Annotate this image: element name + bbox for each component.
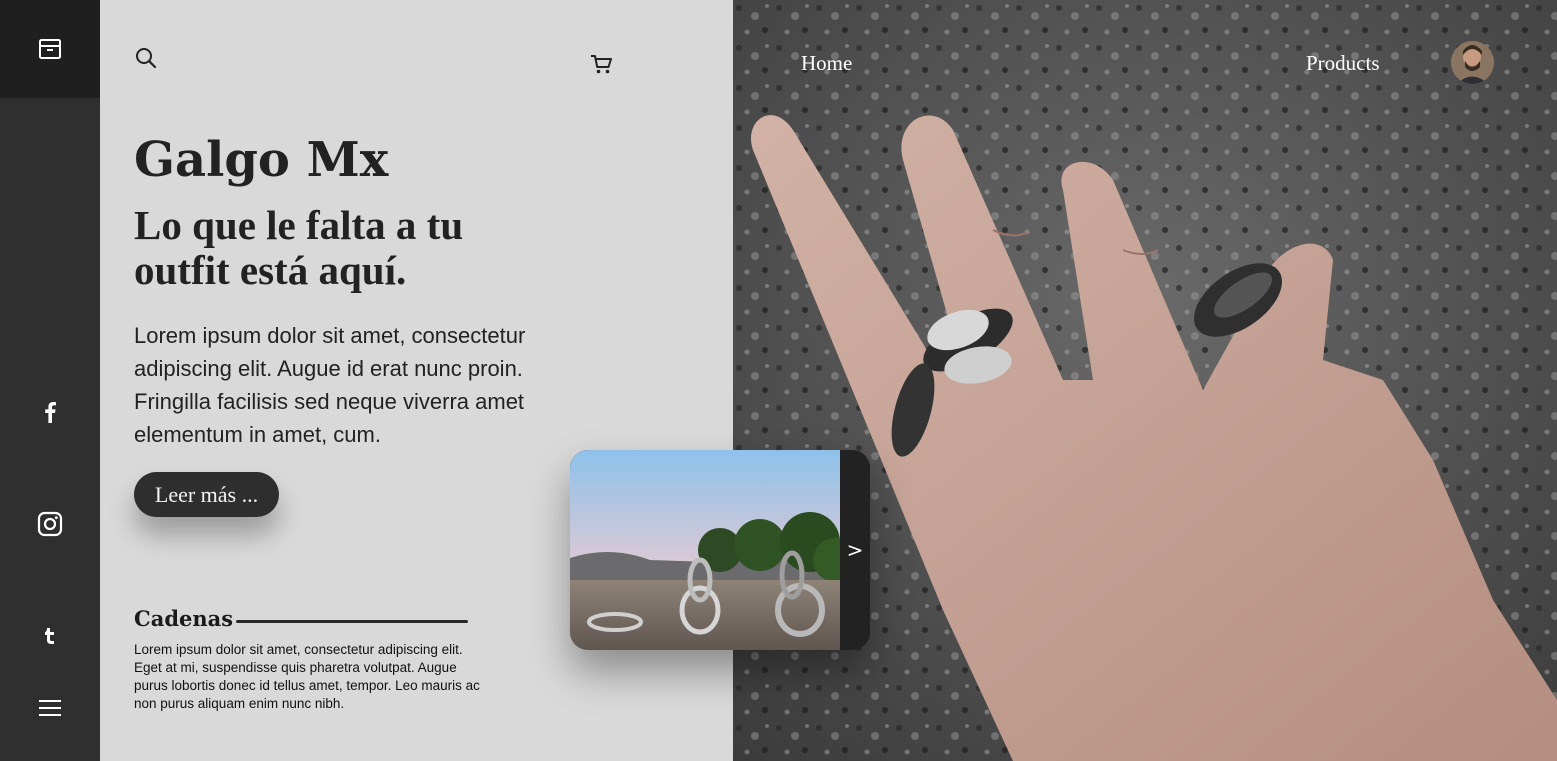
search-button[interactable]	[134, 46, 158, 70]
card-next-button[interactable]: >	[840, 450, 870, 650]
product-card[interactable]	[570, 450, 870, 650]
snake-rings-photo	[570, 450, 840, 650]
nav-home-link[interactable]: Home	[801, 48, 852, 78]
tumblr-link[interactable]	[0, 621, 100, 651]
tumblr-icon	[45, 628, 54, 644]
product-card-image	[570, 450, 840, 650]
search-icon	[136, 48, 157, 69]
avatar[interactable]	[1451, 41, 1494, 84]
section-divider	[236, 620, 468, 623]
menu-button[interactable]	[0, 693, 100, 723]
sidebar-archive-button[interactable]	[0, 0, 100, 98]
instagram-link[interactable]	[0, 509, 100, 539]
tagline: Lo que le falta a tu outfit está aquí.	[134, 202, 464, 293]
instagram-icon	[37, 511, 63, 537]
sidebar	[0, 0, 100, 761]
section-title: Cadenas	[134, 606, 234, 631]
nav-products-link[interactable]: Products	[1306, 48, 1380, 78]
facebook-link[interactable]	[0, 397, 100, 427]
section-text: Lorem ipsum dolor sit amet, consectetur …	[134, 642, 480, 711]
cart-button[interactable]	[588, 52, 614, 76]
cart-icon	[591, 55, 612, 74]
brand-title: Galgo Mx	[134, 132, 389, 188]
read-more-button[interactable]: Leer más ...	[134, 472, 279, 517]
menu-icon	[39, 700, 61, 716]
facebook-icon	[45, 402, 56, 423]
landing-page: Galgo Mx Lo que le falta a tu outfit est…	[0, 0, 1557, 761]
user-avatar-image	[1451, 41, 1494, 84]
archive-icon	[39, 39, 61, 59]
intro-paragraph: Lorem ipsum dolor sit amet, consectetur …	[134, 323, 526, 447]
